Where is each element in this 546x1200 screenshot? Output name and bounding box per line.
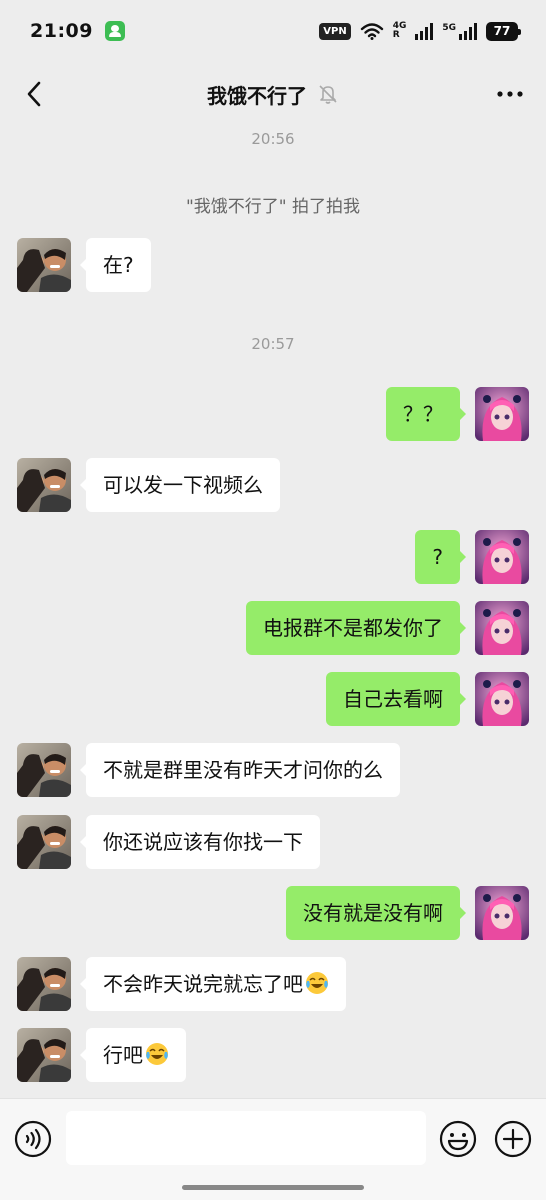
more-dots-icon	[497, 91, 523, 97]
message-bubble-received[interactable]: 不会昨天说完就忘了吧	[80, 957, 346, 1011]
message-bubble-received[interactable]: 不就是群里没有昨天才问你的么	[80, 743, 400, 797]
emoji-icon	[439, 1120, 477, 1158]
message-bubble-sent[interactable]: ?	[415, 530, 466, 584]
my-avatar[interactable]	[475, 387, 529, 441]
message-input[interactable]	[66, 1111, 426, 1165]
message-text: 不就是群里没有昨天才问你的么	[103, 758, 383, 782]
message-bubble-received[interactable]: 你还说应该有你找一下	[80, 815, 320, 869]
more-options-button[interactable]	[488, 74, 532, 114]
net1-labels: 4G R	[393, 22, 407, 40]
input-bar	[0, 1098, 546, 1200]
message-bubble-sent[interactable]: 电报群不是都发你了	[246, 601, 466, 655]
voice-icon	[14, 1120, 52, 1158]
chat-title-group: 我饿不行了	[207, 80, 339, 109]
message-bubble-received[interactable]: 可以发一下视频么	[80, 458, 280, 512]
my-avatar[interactable]	[475, 601, 529, 655]
my-avatar[interactable]	[475, 530, 529, 584]
home-indicator[interactable]	[182, 1185, 364, 1190]
emoji-button[interactable]	[438, 1119, 478, 1159]
signal-icon	[415, 22, 434, 40]
contact-avatar[interactable]	[17, 957, 71, 1011]
status-bar: 21:09 VPN 4G R 5G 77	[0, 0, 546, 62]
message-bubble-received[interactable]: 行吧	[80, 1028, 186, 1082]
crying-laughing-emoji-icon	[146, 1043, 168, 1065]
message-text: 你还说应该有你找一下	[103, 830, 303, 854]
message-bubble-sent[interactable]: 自己去看啊	[326, 672, 466, 726]
net2-label: 5G	[442, 22, 456, 33]
message-bubble-received[interactable]: 在?	[80, 238, 151, 292]
message-text: 可以发一下视频么	[103, 473, 263, 497]
message-text: 没有就是没有啊	[303, 901, 443, 925]
my-avatar[interactable]	[475, 672, 529, 726]
crying-laughing-emoji-icon	[306, 972, 328, 994]
message-bubble-sent[interactable]: 没有就是没有啊	[286, 886, 466, 940]
contact-avatar[interactable]	[17, 743, 71, 797]
message-text: 行吧	[103, 1043, 143, 1067]
contact-avatar[interactable]	[17, 815, 71, 869]
timestamp: 20:56	[251, 130, 295, 148]
back-button[interactable]	[14, 74, 54, 114]
status-indicators: VPN 4G R 5G 77	[319, 21, 521, 41]
signal-icon-2	[459, 22, 477, 40]
plus-button[interactable]	[493, 1119, 533, 1159]
message-text: ？？	[403, 402, 443, 426]
plus-icon	[494, 1120, 532, 1158]
message-text: 在?	[103, 253, 134, 277]
system-message: "我饿不行了" 拍了拍我	[185, 197, 361, 217]
chat-header: 我饿不行了	[0, 62, 546, 126]
vpn-badge: VPN	[319, 22, 351, 40]
chat-title: 我饿不行了	[207, 83, 307, 108]
message-text: 不会昨天说完就忘了吧	[103, 972, 303, 996]
battery-icon: 77	[486, 21, 521, 41]
chevron-left-icon	[27, 81, 41, 107]
contact-avatar[interactable]	[17, 238, 71, 292]
status-time: 21:09	[30, 20, 93, 42]
contact-avatar[interactable]	[17, 458, 71, 512]
contact-avatar[interactable]	[17, 1028, 71, 1082]
message-text: ?	[432, 545, 443, 569]
voice-button[interactable]	[13, 1119, 53, 1159]
message-text: 自己去看啊	[343, 687, 443, 711]
message-bubble-sent[interactable]: ？？	[386, 387, 466, 441]
mute-bell-icon	[319, 85, 337, 104]
message-notification-icon	[104, 21, 125, 41]
roaming-label: R	[392, 30, 400, 40]
message-text: 电报群不是都发你了	[263, 616, 443, 640]
wifi-icon	[360, 23, 383, 40]
my-avatar[interactable]	[475, 886, 529, 940]
battery-level: 77	[493, 24, 511, 38]
timestamp: 20:57	[251, 335, 295, 353]
